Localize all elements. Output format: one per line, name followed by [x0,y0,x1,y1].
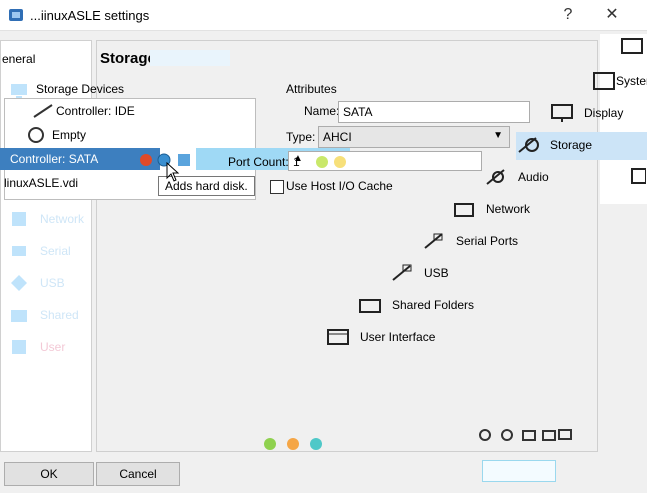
storage-devices-label: Storage Devices [36,82,125,96]
category-shared-folders[interactable]: Shared Folders [358,292,647,320]
shared-folders-icon [359,299,381,313]
category-label: USB [424,266,449,280]
port-count-label: Port Count: [228,155,289,169]
category-serial-ports[interactable]: Serial Ports [422,228,647,256]
category-label: Network [486,202,531,216]
storage-icon [518,137,539,153]
highlight-dot [316,156,328,168]
hard-disk-icon [522,430,536,441]
attributes-label: Attributes [286,82,337,96]
virtualbox-app-icon [9,9,23,21]
optical-drive-icon [479,429,491,441]
category-label: Storage [550,138,593,152]
category-usb[interactable]: USB [390,260,647,288]
name-field[interactable]: SATA [338,101,530,123]
name-label: Name: [304,104,340,118]
tree-item-controller-sata[interactable]: Controller: SATA [0,148,160,170]
nav-item-label: User [40,340,66,354]
green-dot [264,438,276,450]
nav-item-serial[interactable]: Serial [4,238,88,264]
category-label: System [616,74,647,88]
close-button[interactable]: ✕ [592,2,632,28]
tree-item-empty[interactable]: Empty [4,124,254,146]
display-icon [551,104,573,122]
tree-item-vdi[interactable]: linuxASLE.vdi [0,172,160,194]
system-icon [593,72,615,90]
nav-general-label[interactable]: eneral [2,52,35,66]
page-title: Storage [100,50,156,67]
audio-icon [486,169,505,185]
nav-item-user[interactable]: User [4,334,88,360]
chevron-down-icon: ▼ [493,130,503,141]
optical-drive-icon [28,127,44,143]
folder-icon [542,430,556,441]
tree-item-label: Empty [52,128,87,142]
optical-drive-icon [501,429,513,441]
usb-icon [11,275,27,291]
serial-ports-icon [424,233,443,249]
tree-item-label: linuxASLE.vdi [4,176,79,190]
category-audio[interactable]: Audio [484,164,647,192]
type-select[interactable]: AHCI ▼ [318,126,510,148]
category-label: Serial Ports [456,234,519,248]
ok-button[interactable]: OK [4,462,94,486]
user-icon [12,340,26,354]
use-host-cache-checkbox[interactable] [270,180,284,194]
serial-icon [12,246,26,256]
nav-item-label: USB [40,276,65,290]
mouse-cursor-icon [166,162,180,182]
name-value: SATA [343,105,373,119]
tree-item-label: Controller: SATA [10,152,99,166]
tree-item-label: Controller: IDE [56,104,135,118]
teal-dot [310,438,322,450]
network-icon [454,203,474,217]
window-title: ...iinuxASLE settings [30,8,150,23]
nav-item-label: Shared [40,308,79,322]
cancel-button[interactable]: Cancel [96,462,180,486]
nav-item-network[interactable]: Network [4,206,88,232]
window-icon [631,168,646,184]
category-label: Audio [518,170,549,184]
category-network[interactable]: Network [452,196,647,224]
display-icon [558,429,572,440]
category-label: Display [584,106,624,120]
type-label: Type: [286,130,316,144]
network-icon [12,212,26,226]
shared-icon [11,310,27,322]
category-storage[interactable]: Storage [516,132,647,160]
use-host-cache-label: Use Host I/O Cache [286,179,393,193]
category-display[interactable]: Display [550,100,647,128]
ide-controller-icon [33,104,53,118]
nav-item-usb[interactable]: USB [4,270,88,296]
page-title-highlight [150,50,230,66]
category-label: User Interface [360,330,436,344]
user-interface-icon [327,329,349,345]
highlight-dot [334,156,346,168]
category-label: Shared Folders [392,298,475,312]
help-button[interactable]: ? [548,2,588,28]
tree-item-controller-ide[interactable]: Controller: IDE [4,100,254,122]
category-system[interactable]: System [592,68,647,96]
type-value: AHCI [323,130,352,144]
nav-item-label: Serial [40,244,71,258]
nav-item-label: Network [40,212,85,226]
category-user-interface[interactable]: User Interface [326,324,647,352]
orange-dot [287,438,299,450]
focus-outline [482,460,556,482]
add-optical-drive-icon[interactable] [138,152,154,168]
usb-icon [392,264,412,281]
nav-item-shared[interactable]: Shared [4,302,88,328]
window-icon [621,38,643,54]
